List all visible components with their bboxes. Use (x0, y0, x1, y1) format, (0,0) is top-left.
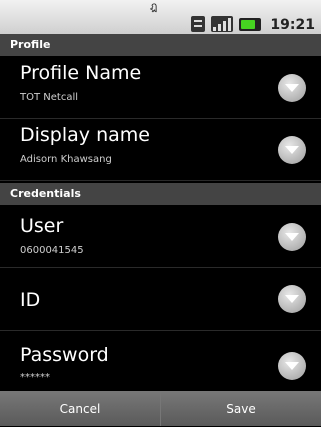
chevron-down-icon[interactable] (278, 352, 306, 380)
pref-summary: Adisorn Khawsang (20, 154, 112, 165)
status-bar: ฎ 19:21 (0, 0, 321, 35)
signal-icon (211, 16, 233, 32)
battery-icon (239, 17, 261, 31)
chevron-down-icon[interactable] (278, 285, 306, 313)
cancel-button[interactable]: Cancel (0, 391, 161, 426)
clock: 19:21 (270, 17, 315, 33)
pref-display-name[interactable]: Display name Adisorn Khawsang (0, 118, 321, 181)
status-bar-glyph: ฎ (150, 0, 158, 13)
bottom-button-bar: Cancel Save (0, 391, 321, 426)
section-header-profile: Profile (0, 34, 321, 56)
pref-id[interactable]: ID (0, 267, 321, 331)
chevron-down-icon[interactable] (278, 74, 306, 102)
pref-password[interactable]: Password ****** (0, 330, 321, 391)
pref-summary: TOT Netcall (20, 92, 79, 103)
pref-user[interactable]: User 0600041545 (0, 205, 321, 268)
section-header-credentials: Credentials (0, 183, 321, 205)
pref-title: Password (20, 344, 109, 366)
pref-title: Profile Name (20, 62, 142, 84)
save-button[interactable]: Save (161, 391, 321, 426)
chevron-down-icon[interactable] (278, 223, 306, 251)
pref-title: Display name (20, 124, 150, 146)
pref-title: ID (20, 289, 41, 311)
chevron-down-icon[interactable] (278, 136, 306, 164)
wifi-icon (191, 16, 205, 32)
status-icons (191, 16, 261, 32)
pref-profile-name[interactable]: Profile Name TOT Netcall (0, 56, 321, 119)
pref-summary: ****** (20, 372, 50, 383)
pref-summary: 0600041545 (20, 245, 84, 256)
pref-title: User (20, 215, 64, 237)
